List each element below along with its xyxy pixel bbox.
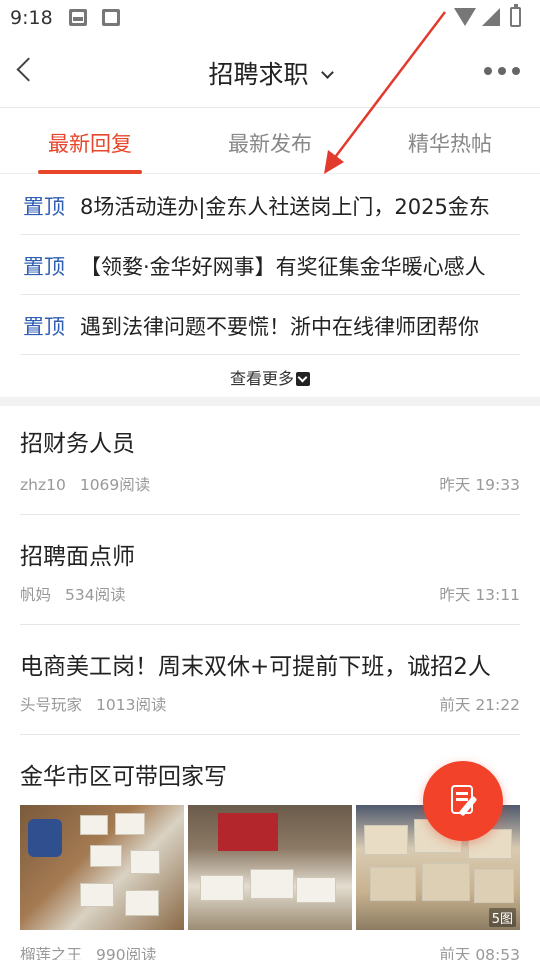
post-time: 前天 21:22 xyxy=(439,696,520,714)
post-title: 招聘面点师 xyxy=(20,544,135,570)
post-reads: 534阅读 xyxy=(65,586,126,604)
active-tab-indicator xyxy=(38,170,142,174)
more-button[interactable] xyxy=(484,67,520,77)
post-meta: 头号玩家 1013阅读 xyxy=(20,693,166,715)
status-icons xyxy=(454,4,530,28)
post-item[interactable]: 电商美工岗！周末双休+可提前下班，诚招2人 头号玩家 1013阅读 前天 21:2… xyxy=(20,625,520,735)
section-divider xyxy=(0,397,540,406)
pinned-title: 8场活动连办|金东人社送岗上门，2025金东 xyxy=(80,195,490,219)
tab-latest-post[interactable]: 最新发布 xyxy=(180,128,360,158)
pinned-title: 遇到法律问题不要慌！浙中在线律师团帮你 xyxy=(80,315,479,339)
expand-down-icon xyxy=(296,372,310,386)
tab-featured[interactable]: 精华热帖 xyxy=(360,128,540,158)
wifi-icon xyxy=(454,8,476,26)
status-time: 9:18 xyxy=(10,7,53,29)
post-meta: 榴莲之王 990阅读 xyxy=(20,943,157,960)
image-count-badge: 5图 xyxy=(488,908,516,927)
post-title: 招财务人员 xyxy=(20,431,135,457)
gallery-notification-icon xyxy=(69,9,87,26)
more-dot xyxy=(512,67,520,75)
pinned-item[interactable]: 置顶 【领婺·金华好网事】有奖征集金华暖心感人 xyxy=(20,235,520,295)
post-author: 头号玩家 xyxy=(20,696,83,714)
post-image[interactable] xyxy=(20,805,184,930)
post-reads: 990阅读 xyxy=(96,946,157,960)
post-author: zhz10 xyxy=(20,476,66,494)
pinned-title: 【领婺·金华好网事】有奖征集金华暖心感人 xyxy=(80,255,486,279)
pinned-tag: 置顶 xyxy=(23,255,65,279)
post-title: 金华市区可带回家写 xyxy=(20,764,227,790)
page-title: 招聘求职 xyxy=(208,60,309,89)
compose-button[interactable] xyxy=(423,761,503,841)
pinned-tag: 置顶 xyxy=(23,315,65,339)
post-item[interactable]: 招聘面点师 帆妈 534阅读 昨天 13:11 xyxy=(20,515,520,625)
tab-latest-reply[interactable]: 最新回复 xyxy=(0,128,180,158)
post-meta: zhz10 1069阅读 xyxy=(20,473,150,495)
signal-icon xyxy=(482,8,500,26)
pinned-tag: 置顶 xyxy=(23,195,65,219)
see-more-label: 查看更多 xyxy=(229,369,294,388)
pinned-item[interactable]: 置顶 8场活动连办|金东人社送岗上门，2025金东 xyxy=(20,175,520,235)
post-reads: 1069阅读 xyxy=(79,476,151,494)
post-title: 电商美工岗！周末双休+可提前下班，诚招2人 xyxy=(20,654,491,680)
more-dot xyxy=(498,67,506,75)
post-image[interactable] xyxy=(188,805,352,930)
app-notification-icon xyxy=(102,9,120,26)
post-reads: 1013阅读 xyxy=(96,696,167,714)
tab-bar: 最新回复 最新发布 精华热帖 xyxy=(0,108,540,174)
post-time: 前天 08:53 xyxy=(439,946,520,960)
post-author: 榴莲之王 xyxy=(20,946,83,960)
battery-icon xyxy=(510,4,521,27)
status-bar: 9:18 xyxy=(0,0,540,36)
post-item[interactable]: 招财务人员 zhz10 1069阅读 昨天 19:33 xyxy=(20,406,520,515)
pinned-item[interactable]: 置顶 遇到法律问题不要慌！浙中在线律师团帮你 xyxy=(20,295,520,355)
chevron-down-icon xyxy=(320,66,334,79)
more-dot xyxy=(484,67,492,75)
nav-bar: 招聘求职 xyxy=(0,36,540,108)
forum-selector[interactable]: 招聘求职 xyxy=(0,55,540,91)
see-more-button[interactable]: 查看更多 xyxy=(0,365,540,389)
post-author: 帆妈 xyxy=(20,586,52,604)
post-meta: 帆妈 534阅读 xyxy=(20,583,126,605)
post-time: 昨天 19:33 xyxy=(439,476,520,494)
post-time: 昨天 13:11 xyxy=(439,586,520,604)
